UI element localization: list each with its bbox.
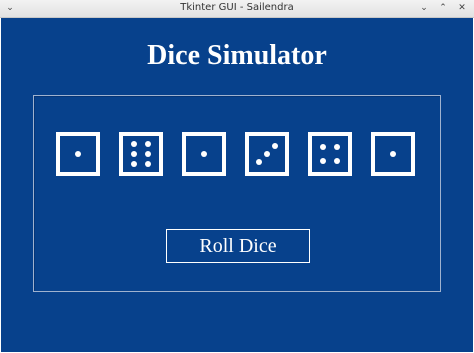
die-pip: [130, 151, 137, 157]
die-pip: [272, 142, 279, 149]
window-titlebar: ⌄ Tkinter GUI - Sailendra ⌄ ⌃ ✕: [0, 0, 474, 18]
page-title: Dice Simulator: [147, 40, 327, 71]
window-title: Tkinter GUI - Sailendra: [180, 2, 294, 13]
die-2-icon: [119, 132, 163, 176]
die-pip: [390, 151, 396, 157]
die-pip: [319, 143, 326, 150]
die-pip: [201, 151, 207, 157]
close-button[interactable]: ✕: [456, 2, 468, 14]
die-pip: [264, 151, 270, 157]
minimize-button[interactable]: ⌄: [418, 2, 430, 14]
dice-panel: Roll Dice: [33, 95, 441, 292]
die-pip: [145, 161, 152, 168]
die-pip: [130, 140, 137, 147]
die-1-icon: [56, 132, 100, 176]
die-pip: [75, 151, 81, 157]
roll-dice-button[interactable]: Roll Dice: [166, 229, 310, 263]
die-pip: [334, 143, 341, 150]
die-3-icon: [182, 132, 226, 176]
die-4-icon: [245, 132, 289, 176]
die-pip: [145, 151, 152, 157]
die-pip: [145, 140, 152, 147]
die-6-icon: [371, 132, 415, 176]
die-pip: [255, 159, 262, 166]
die-pip: [130, 161, 137, 168]
die-pip: [334, 158, 341, 165]
maximize-button[interactable]: ⌃: [437, 2, 449, 14]
die-5-icon: [308, 132, 352, 176]
die-pip: [319, 158, 326, 165]
app-window: Dice Simulator Roll Dice: [1, 18, 473, 352]
